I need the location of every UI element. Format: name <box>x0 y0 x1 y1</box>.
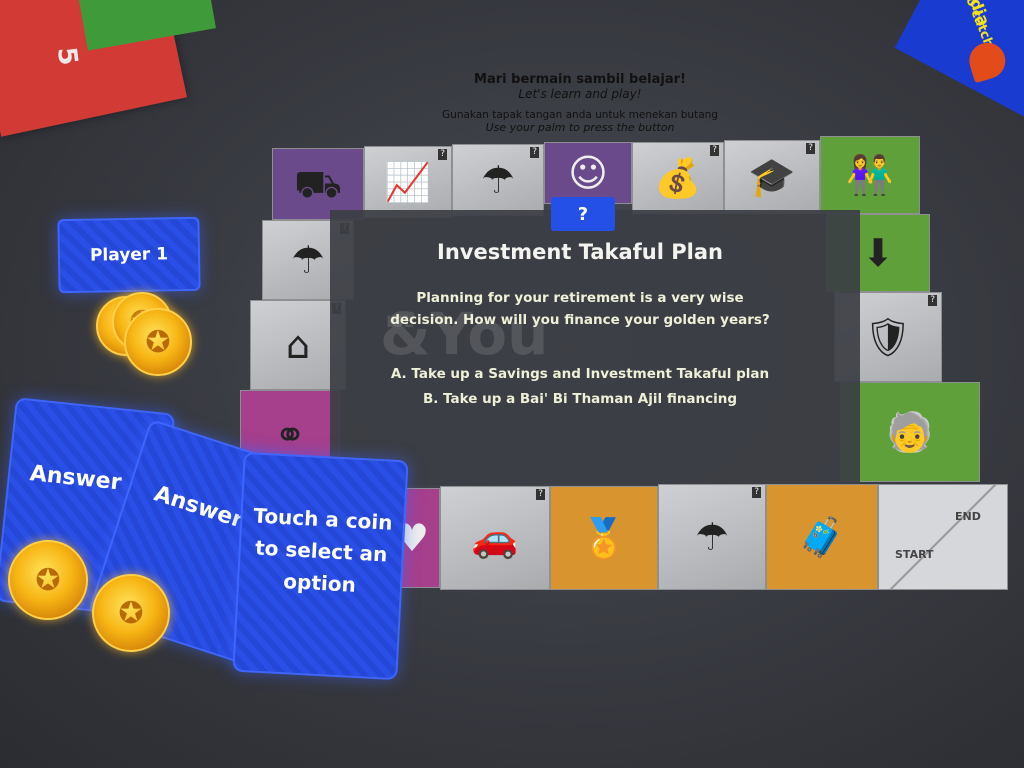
tile-celebrate[interactable]: ☺ <box>544 142 632 204</box>
tile-couple[interactable]: 👫 <box>820 136 920 214</box>
tile-right-green-2[interactable]: 🧓 <box>840 382 980 482</box>
growth-chart-icon: 📈 <box>384 160 432 204</box>
tile-traveller[interactable]: 🧳 <box>766 484 878 590</box>
tile-marker: ? <box>438 149 447 160</box>
tile-medal[interactable]: 🏅 <box>550 486 658 590</box>
tile-marker: ? <box>530 147 539 158</box>
graduation-cap-icon: 🎓 <box>748 155 796 199</box>
medal-icon: 🏅 <box>580 516 628 560</box>
stroller-icon: ⛟ <box>294 162 342 206</box>
tile-family[interactable]: ? ☂ <box>452 144 544 216</box>
player-coin-3: ✪ <box>124 308 192 376</box>
couple-icon: 👫 <box>846 153 894 197</box>
instruction-card: Touch a coin to select an option <box>232 451 409 681</box>
question-options: A. Take up a Savings and Investment Taka… <box>380 362 780 412</box>
family-umbrella-icon: ☂ <box>480 158 516 202</box>
arrow-down-icon: ⬇ <box>862 231 894 275</box>
header-malay-title: Mari bermain sambil belajar! <box>474 72 686 87</box>
header-malay-instruction: Gunakan tapak tangan anda untuk menekan … <box>442 109 718 121</box>
traveller-icon: 🧳 <box>798 515 846 559</box>
coin-icon: ✪ <box>145 324 171 360</box>
start-label: START <box>895 548 934 561</box>
tile-money[interactable]: ? 💰 <box>632 142 724 214</box>
header-english-title: Let's learn and play! <box>518 87 642 101</box>
tile-car[interactable]: ? 🚗 <box>440 486 550 590</box>
umbrella-icon: ☂ <box>290 238 326 282</box>
tile-graduate[interactable]: ? 🎓 <box>724 140 820 214</box>
tile-growth[interactable]: ? 📈 <box>364 146 452 218</box>
corner-card-top-right: Wadia To catch <box>894 0 1024 119</box>
question-title: Investment Takaful Plan <box>437 240 723 264</box>
tile-marker: ? <box>536 489 545 500</box>
end-label: END <box>955 510 981 523</box>
answer-b-coin[interactable]: ✪ <box>92 574 170 652</box>
tile-number: 5 <box>50 45 83 68</box>
celebration-icon: ☺ <box>568 151 608 195</box>
tile-marker: ? <box>806 143 815 154</box>
question-text: Planning for your retirement is a very w… <box>390 290 770 328</box>
coin-icon: ✪ <box>118 595 144 631</box>
rings-icon: ⚭ <box>274 413 306 457</box>
header-english-instruction: Use your palm to press the button <box>485 121 675 134</box>
umbrella-coins-icon: ☂ <box>694 515 730 559</box>
flame-icon <box>964 38 1010 84</box>
coin-icon: ✪ <box>35 562 61 598</box>
tile-marker: ? <box>710 145 719 156</box>
tile-start-end[interactable] <box>878 484 1008 590</box>
option-a-text: A. Take up a Savings and Investment Taka… <box>390 366 770 382</box>
option-b-text: B. Take up a Bai' Bi Thaman Ajil financi… <box>422 391 738 407</box>
tile-marker: ? <box>928 295 937 306</box>
instruction-label: Touch a coin to select an option <box>252 503 394 597</box>
question-button[interactable]: ? <box>551 197 615 231</box>
shield-plane-icon: 🛡 <box>863 315 913 359</box>
tile-umbrella-coins[interactable]: ? ☂ <box>658 484 766 590</box>
player-card: Player 1 <box>57 216 201 294</box>
money-bag-icon: 💰 <box>654 156 702 200</box>
answer-a-coin[interactable]: ✪ <box>8 540 88 620</box>
tile-marker: ? <box>752 487 761 498</box>
car-icon: 🚗 <box>471 516 519 560</box>
house-icon: ⌂ <box>285 323 311 367</box>
elderly-icon: 🧓 <box>886 410 934 454</box>
